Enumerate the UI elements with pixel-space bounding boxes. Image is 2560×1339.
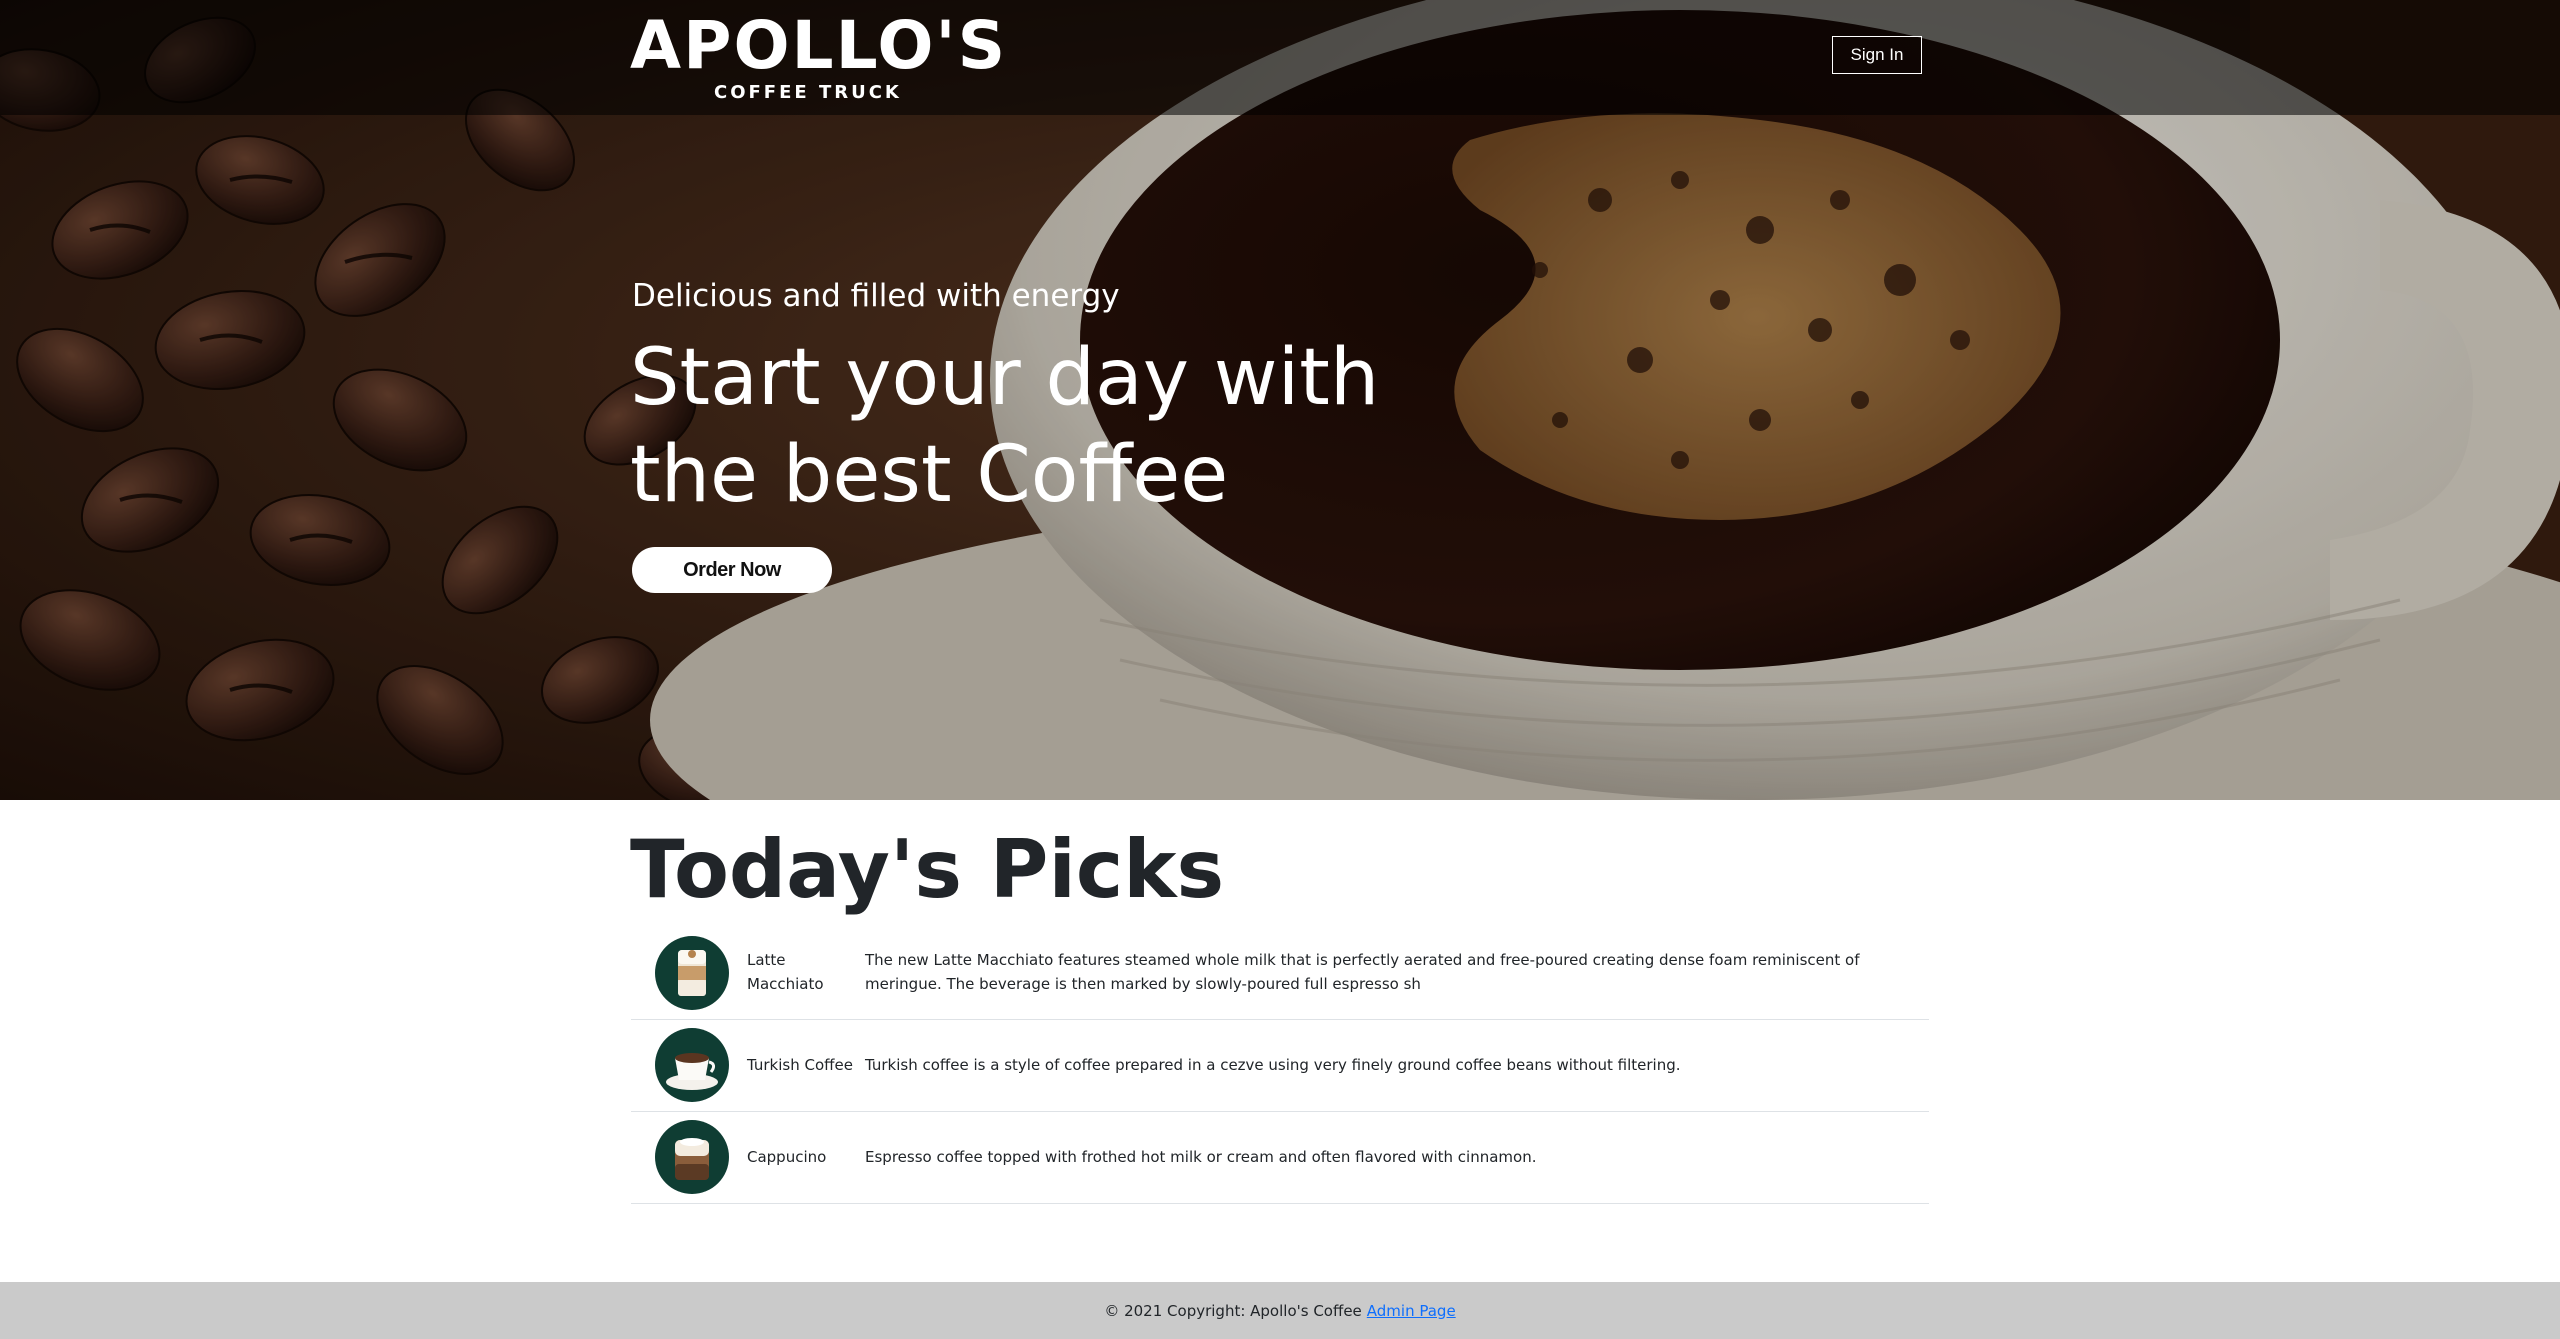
hero-title-line-2: the best Coffee [630, 430, 1229, 520]
pick-description: Turkish coffee is a style of coffee prep… [865, 1056, 1681, 1074]
turkish-coffee-icon [655, 1028, 729, 1102]
order-now-button[interactable]: Order Now [632, 547, 832, 593]
footer: © 2021 Copyright: Apollo's Coffee Admin … [0, 1282, 2560, 1339]
cappucino-icon [655, 1120, 729, 1194]
sign-in-button[interactable]: Sign In [1832, 36, 1922, 74]
pick-name: Latte Macchiato [747, 951, 824, 993]
table-row: Latte Macchiato The new Latte Macchiato … [631, 928, 1929, 1020]
table-row: Cappucino Espresso coffee topped with fr… [631, 1112, 1929, 1204]
hero-section: APOLLO'S COFFEE TRUCK Sign In Delicious … [0, 0, 2560, 800]
hero-title: Start your day with the best Coffee [630, 330, 1530, 524]
pick-description: Espresso coffee topped with frothed hot … [865, 1148, 1537, 1166]
copyright-text: © 2021 Copyright: Apollo's Coffee [1104, 1301, 1362, 1320]
latte-macchiato-icon [655, 936, 729, 1010]
navbar: APOLLO'S COFFEE TRUCK Sign In [0, 0, 2560, 115]
pick-description: The new Latte Macchiato features steamed… [865, 951, 1860, 993]
hero-title-line-1: Start your day with [630, 333, 1380, 423]
hero-subtitle: Delicious and filled with energy [632, 278, 1120, 314]
pick-name: Cappucino [747, 1148, 827, 1166]
admin-page-link[interactable]: Admin Page [1367, 1302, 1456, 1320]
todays-picks-heading: Today's Picks [630, 823, 1225, 916]
pick-name: Turkish Coffee [747, 1056, 853, 1074]
logo-subtitle: COFFEE TRUCK [714, 82, 902, 103]
logo-text: APOLLO'S [630, 7, 1008, 84]
table-row: Turkish Coffee Turkish coffee is a style… [631, 1020, 1929, 1112]
picks-table: Latte Macchiato The new Latte Macchiato … [631, 928, 1929, 1204]
brand-logo[interactable]: APOLLO'S COFFEE TRUCK [630, 8, 1005, 108]
